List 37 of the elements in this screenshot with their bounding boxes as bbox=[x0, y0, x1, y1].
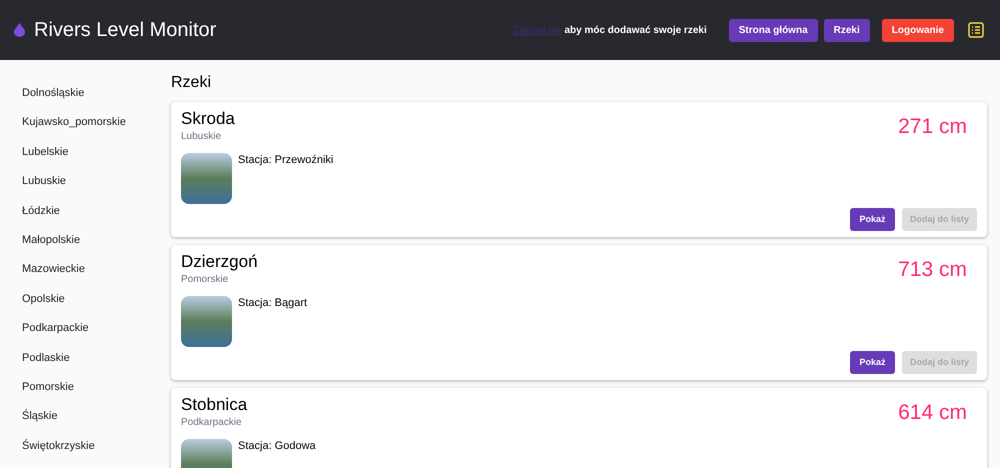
river-region: Lubuskie bbox=[181, 130, 222, 143]
river-region: Podkarpackie bbox=[181, 416, 243, 429]
drop-icon bbox=[14, 23, 25, 37]
region-link[interactable]: Mazowieckie bbox=[22, 262, 160, 292]
photo-placeholder bbox=[181, 296, 232, 347]
water-level: 713 cm bbox=[898, 257, 967, 283]
region-link[interactable]: Kujawsko_pomorskie bbox=[22, 115, 160, 145]
region-link[interactable]: Śląskie bbox=[22, 409, 160, 439]
river-name: Stobnica bbox=[181, 394, 248, 416]
water-level: 614 cm bbox=[898, 400, 967, 426]
region-link[interactable]: Pomorskie bbox=[22, 380, 160, 410]
station-label: Stacja: Przewoźniki bbox=[238, 153, 334, 168]
list-icon[interactable] bbox=[968, 22, 984, 38]
region-link[interactable]: Podkarpackie bbox=[22, 321, 160, 351]
region-link[interactable]: Lubelskie bbox=[22, 144, 160, 174]
region-link[interactable]: Dolnośląskie bbox=[22, 86, 160, 116]
river-name: Dzierzgoń bbox=[181, 251, 258, 273]
water-level: 271 cm bbox=[898, 114, 967, 140]
show-button[interactable]: Pokaż bbox=[850, 208, 895, 231]
river-name: Skroda bbox=[181, 108, 235, 130]
region-link[interactable]: Łódzkie bbox=[22, 204, 160, 233]
show-button[interactable]: Pokaż bbox=[850, 351, 895, 374]
region-link[interactable]: Podlaskie bbox=[22, 350, 160, 380]
station-label: Stacja: Bągart bbox=[238, 296, 308, 311]
region-link[interactable]: Lubuskie bbox=[22, 174, 160, 204]
app-title: Rivers Level Monitor bbox=[34, 18, 216, 43]
nav-button[interactable]: Strona główna bbox=[728, 18, 818, 42]
river-region: Pomorskie bbox=[181, 273, 230, 286]
region-link[interactable]: Małopolskie bbox=[22, 232, 160, 262]
nav-button[interactable]: Rzeki bbox=[824, 18, 870, 42]
region-link[interactable]: Świętokrzyskie bbox=[22, 438, 160, 468]
login-hint: aby móc dodawać swoje rzeki bbox=[564, 24, 707, 38]
photo-placeholder bbox=[181, 153, 232, 204]
region-link[interactable]: Opolskie bbox=[22, 292, 160, 322]
nav-button[interactable]: Logowanie bbox=[882, 18, 954, 42]
page-heading: Rzeki bbox=[171, 73, 212, 93]
station-label: Stacja: Godowa bbox=[238, 439, 316, 454]
